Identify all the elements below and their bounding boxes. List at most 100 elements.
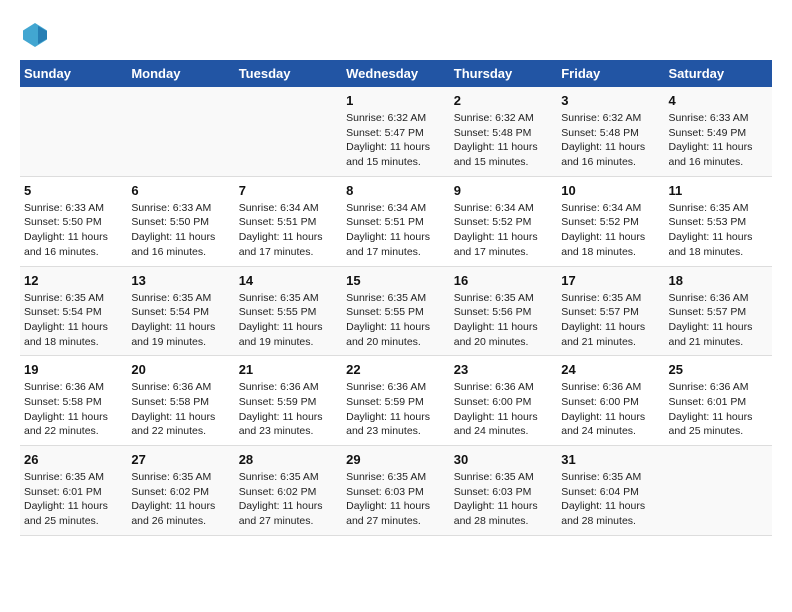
day-number: 29	[346, 452, 446, 467]
calendar-cell: 26 Sunrise: 6:35 AM Sunset: 6:01 PM Dayli…	[20, 446, 127, 536]
day-number: 18	[669, 273, 769, 288]
day-detail: Sunrise: 6:33 AM Sunset: 5:49 PM Dayligh…	[669, 111, 769, 170]
calendar-cell: 16 Sunrise: 6:35 AM Sunset: 5:56 PM Dayli…	[450, 266, 557, 356]
calendar-cell: 3 Sunrise: 6:32 AM Sunset: 5:48 PM Daylig…	[557, 87, 664, 176]
day-number: 10	[561, 183, 660, 198]
calendar-cell: 12 Sunrise: 6:35 AM Sunset: 5:54 PM Dayli…	[20, 266, 127, 356]
day-detail: Sunrise: 6:33 AM Sunset: 5:50 PM Dayligh…	[24, 201, 123, 260]
calendar-cell	[127, 87, 234, 176]
day-detail: Sunrise: 6:35 AM Sunset: 5:54 PM Dayligh…	[24, 291, 123, 350]
calendar-cell	[235, 87, 342, 176]
day-detail: Sunrise: 6:33 AM Sunset: 5:50 PM Dayligh…	[131, 201, 230, 260]
day-detail: Sunrise: 6:35 AM Sunset: 6:02 PM Dayligh…	[131, 470, 230, 529]
calendar-cell: 9 Sunrise: 6:34 AM Sunset: 5:52 PM Daylig…	[450, 176, 557, 266]
day-number: 3	[561, 93, 660, 108]
col-header-saturday: Saturday	[665, 60, 773, 87]
calendar-cell: 13 Sunrise: 6:35 AM Sunset: 5:54 PM Dayli…	[127, 266, 234, 356]
calendar-cell: 28Sunrise: 6:35 AM Sunset: 6:02 PM Dayli…	[235, 446, 342, 536]
day-detail: Sunrise: 6:35 AM Sunset: 5:55 PM Dayligh…	[346, 291, 446, 350]
calendar-cell: 6 Sunrise: 6:33 AM Sunset: 5:50 PM Daylig…	[127, 176, 234, 266]
col-header-thursday: Thursday	[450, 60, 557, 87]
day-number: 23	[454, 362, 553, 377]
calendar-week-row: 12 Sunrise: 6:35 AM Sunset: 5:54 PM Dayli…	[20, 266, 772, 356]
calendar-cell: 24 Sunrise: 6:36 AM Sunset: 6:00 PM Dayli…	[557, 356, 664, 446]
day-detail: Sunrise: 6:35 AM Sunset: 6:03 PM Dayligh…	[454, 470, 553, 529]
day-number: 20	[131, 362, 230, 377]
calendar-cell: 31Sunrise: 6:35 AM Sunset: 6:04 PM Dayli…	[557, 446, 664, 536]
calendar-cell: 7Sunrise: 6:34 AM Sunset: 5:51 PM Daylig…	[235, 176, 342, 266]
day-number: 4	[669, 93, 769, 108]
day-number: 16	[454, 273, 553, 288]
day-number: 26	[24, 452, 123, 467]
day-number: 25	[669, 362, 769, 377]
calendar-cell: 20 Sunrise: 6:36 AM Sunset: 5:58 PM Dayli…	[127, 356, 234, 446]
calendar-cell: 25 Sunrise: 6:36 AM Sunset: 6:01 PM Dayli…	[665, 356, 773, 446]
day-detail: Sunrise: 6:36 AM Sunset: 6:00 PM Dayligh…	[561, 380, 660, 439]
calendar-cell: 2Sunrise: 6:32 AM Sunset: 5:48 PM Daylig…	[450, 87, 557, 176]
day-detail: Sunrise: 6:36 AM Sunset: 6:00 PM Dayligh…	[454, 380, 553, 439]
col-header-sunday: Sunday	[20, 60, 127, 87]
day-number: 5	[24, 183, 123, 198]
day-detail: Sunrise: 6:35 AM Sunset: 6:02 PM Dayligh…	[239, 470, 338, 529]
day-detail: Sunrise: 6:36 AM Sunset: 5:58 PM Dayligh…	[24, 380, 123, 439]
calendar-header-row: SundayMondayTuesdayWednesdayThursdayFrid…	[20, 60, 772, 87]
day-detail: Sunrise: 6:32 AM Sunset: 5:48 PM Dayligh…	[561, 111, 660, 170]
calendar-cell: 8 Sunrise: 6:34 AM Sunset: 5:51 PM Daylig…	[342, 176, 450, 266]
day-number: 22	[346, 362, 446, 377]
day-detail: Sunrise: 6:35 AM Sunset: 5:54 PM Dayligh…	[131, 291, 230, 350]
day-detail: Sunrise: 6:35 AM Sunset: 5:57 PM Dayligh…	[561, 291, 660, 350]
day-number: 21	[239, 362, 338, 377]
day-number: 19	[24, 362, 123, 377]
calendar-week-row: 1 Sunrise: 6:32 AM Sunset: 5:47 PM Daylig…	[20, 87, 772, 176]
day-number: 12	[24, 273, 123, 288]
day-number: 11	[669, 183, 769, 198]
day-number: 30	[454, 452, 553, 467]
day-detail: Sunrise: 6:34 AM Sunset: 5:52 PM Dayligh…	[561, 201, 660, 260]
day-number: 13	[131, 273, 230, 288]
day-number: 15	[346, 273, 446, 288]
calendar-cell: 29 Sunrise: 6:35 AM Sunset: 6:03 PM Dayli…	[342, 446, 450, 536]
day-detail: Sunrise: 6:35 AM Sunset: 5:53 PM Dayligh…	[669, 201, 769, 260]
calendar-cell: 4 Sunrise: 6:33 AM Sunset: 5:49 PM Daylig…	[665, 87, 773, 176]
day-number: 2	[454, 93, 553, 108]
calendar-week-row: 26 Sunrise: 6:35 AM Sunset: 6:01 PM Dayli…	[20, 446, 772, 536]
calendar-cell: 23 Sunrise: 6:36 AM Sunset: 6:00 PM Dayli…	[450, 356, 557, 446]
day-detail: Sunrise: 6:36 AM Sunset: 5:57 PM Dayligh…	[669, 291, 769, 350]
day-detail: Sunrise: 6:35 AM Sunset: 6:03 PM Dayligh…	[346, 470, 446, 529]
calendar-week-row: 19 Sunrise: 6:36 AM Sunset: 5:58 PM Dayli…	[20, 356, 772, 446]
col-header-friday: Friday	[557, 60, 664, 87]
calendar-table: SundayMondayTuesdayWednesdayThursdayFrid…	[20, 60, 772, 536]
day-detail: Sunrise: 6:35 AM Sunset: 6:01 PM Dayligh…	[24, 470, 123, 529]
day-number: 6	[131, 183, 230, 198]
day-detail: Sunrise: 6:36 AM Sunset: 5:59 PM Dayligh…	[346, 380, 446, 439]
calendar-cell: 14Sunrise: 6:35 AM Sunset: 5:55 PM Dayli…	[235, 266, 342, 356]
day-number: 8	[346, 183, 446, 198]
calendar-cell: 1 Sunrise: 6:32 AM Sunset: 5:47 PM Daylig…	[342, 87, 450, 176]
calendar-cell: 21 Sunrise: 6:36 AM Sunset: 5:59 PM Dayli…	[235, 356, 342, 446]
day-detail: Sunrise: 6:36 AM Sunset: 5:59 PM Dayligh…	[239, 380, 338, 439]
day-detail: Sunrise: 6:34 AM Sunset: 5:52 PM Dayligh…	[454, 201, 553, 260]
day-number: 9	[454, 183, 553, 198]
day-number: 7	[239, 183, 338, 198]
day-number: 17	[561, 273, 660, 288]
day-detail: Sunrise: 6:34 AM Sunset: 5:51 PM Dayligh…	[346, 201, 446, 260]
calendar-cell: 22 Sunrise: 6:36 AM Sunset: 5:59 PM Dayli…	[342, 356, 450, 446]
calendar-cell: 17 Sunrise: 6:35 AM Sunset: 5:57 PM Dayli…	[557, 266, 664, 356]
day-number: 1	[346, 93, 446, 108]
calendar-cell: 11 Sunrise: 6:35 AM Sunset: 5:53 PM Dayli…	[665, 176, 773, 266]
calendar-cell: 19 Sunrise: 6:36 AM Sunset: 5:58 PM Dayli…	[20, 356, 127, 446]
calendar-cell	[20, 87, 127, 176]
calendar-cell: 18 Sunrise: 6:36 AM Sunset: 5:57 PM Dayli…	[665, 266, 773, 356]
day-detail: Sunrise: 6:36 AM Sunset: 5:58 PM Dayligh…	[131, 380, 230, 439]
calendar-cell: 27 Sunrise: 6:35 AM Sunset: 6:02 PM Dayli…	[127, 446, 234, 536]
logo	[20, 20, 54, 50]
day-number: 27	[131, 452, 230, 467]
logo-icon	[20, 20, 50, 50]
day-detail: Sunrise: 6:32 AM Sunset: 5:47 PM Dayligh…	[346, 111, 446, 170]
calendar-week-row: 5 Sunrise: 6:33 AM Sunset: 5:50 PM Daylig…	[20, 176, 772, 266]
day-detail: Sunrise: 6:35 AM Sunset: 5:56 PM Dayligh…	[454, 291, 553, 350]
day-number: 24	[561, 362, 660, 377]
col-header-monday: Monday	[127, 60, 234, 87]
calendar-cell: 15 Sunrise: 6:35 AM Sunset: 5:55 PM Dayli…	[342, 266, 450, 356]
day-detail: Sunrise: 6:36 AM Sunset: 6:01 PM Dayligh…	[669, 380, 769, 439]
